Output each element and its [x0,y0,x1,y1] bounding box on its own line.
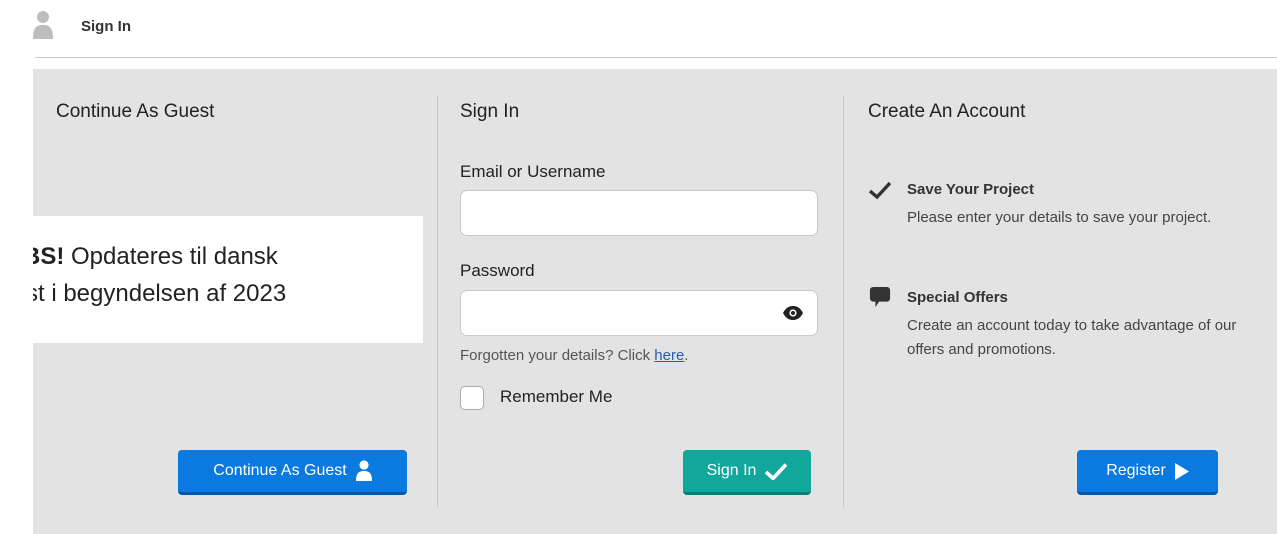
guest-title: Continue As Guest [56,101,215,122]
eye-icon[interactable] [783,306,803,320]
sign-in-label: Sign In [706,462,757,479]
check-icon [869,181,891,200]
register-label: Register [1106,462,1166,479]
email-label: Email or Username [460,162,606,181]
page-title: Sign In [81,18,131,35]
sign-in-button[interactable]: Sign In [683,450,811,495]
feature-title: Save Your Project [907,181,1035,198]
top-bar: Sign In [0,0,1277,58]
sign-in-panel: Continue As Guest Continue As Guest Sign… [33,69,1277,534]
email-input[interactable] [460,190,818,236]
play-icon [1174,462,1189,480]
forgot-details-link[interactable]: here [654,347,684,364]
continue-as-guest-label: Continue As Guest [213,462,347,479]
signin-column: Sign In Email or Username Password Forgo… [437,69,843,534]
language-notice: BS! Opdateres til dansk kst i begyndelse… [33,216,423,343]
remember-me-checkbox[interactable] [460,386,484,410]
notice-line-2: kst i begyndelsen af 2023 [33,280,287,307]
register-button[interactable]: Register [1077,450,1218,495]
header-divider [35,57,1277,58]
register-title: Create An Account [868,101,1026,122]
signin-title: Sign In [460,101,520,122]
check-icon [765,462,788,480]
user-icon [355,460,372,481]
notice-line-1: BS! Opdateres til dansk [33,243,278,270]
feature-text: Create an account today to take advantag… [907,317,1237,358]
register-column: Create An Account Save Your Project Plea… [843,69,1277,534]
feature-text: Please enter your details to save your p… [907,209,1212,226]
feature-title: Special Offers [907,289,1008,306]
user-icon [33,11,53,39]
password-label: Password [460,261,535,280]
continue-as-guest-button[interactable]: Continue As Guest [178,450,407,495]
remember-me-label[interactable]: Remember Me [500,387,612,407]
password-input[interactable] [460,290,818,336]
forgot-details-text: Forgotten your details? Click here. [460,347,689,364]
speech-bubble-icon [869,287,891,308]
